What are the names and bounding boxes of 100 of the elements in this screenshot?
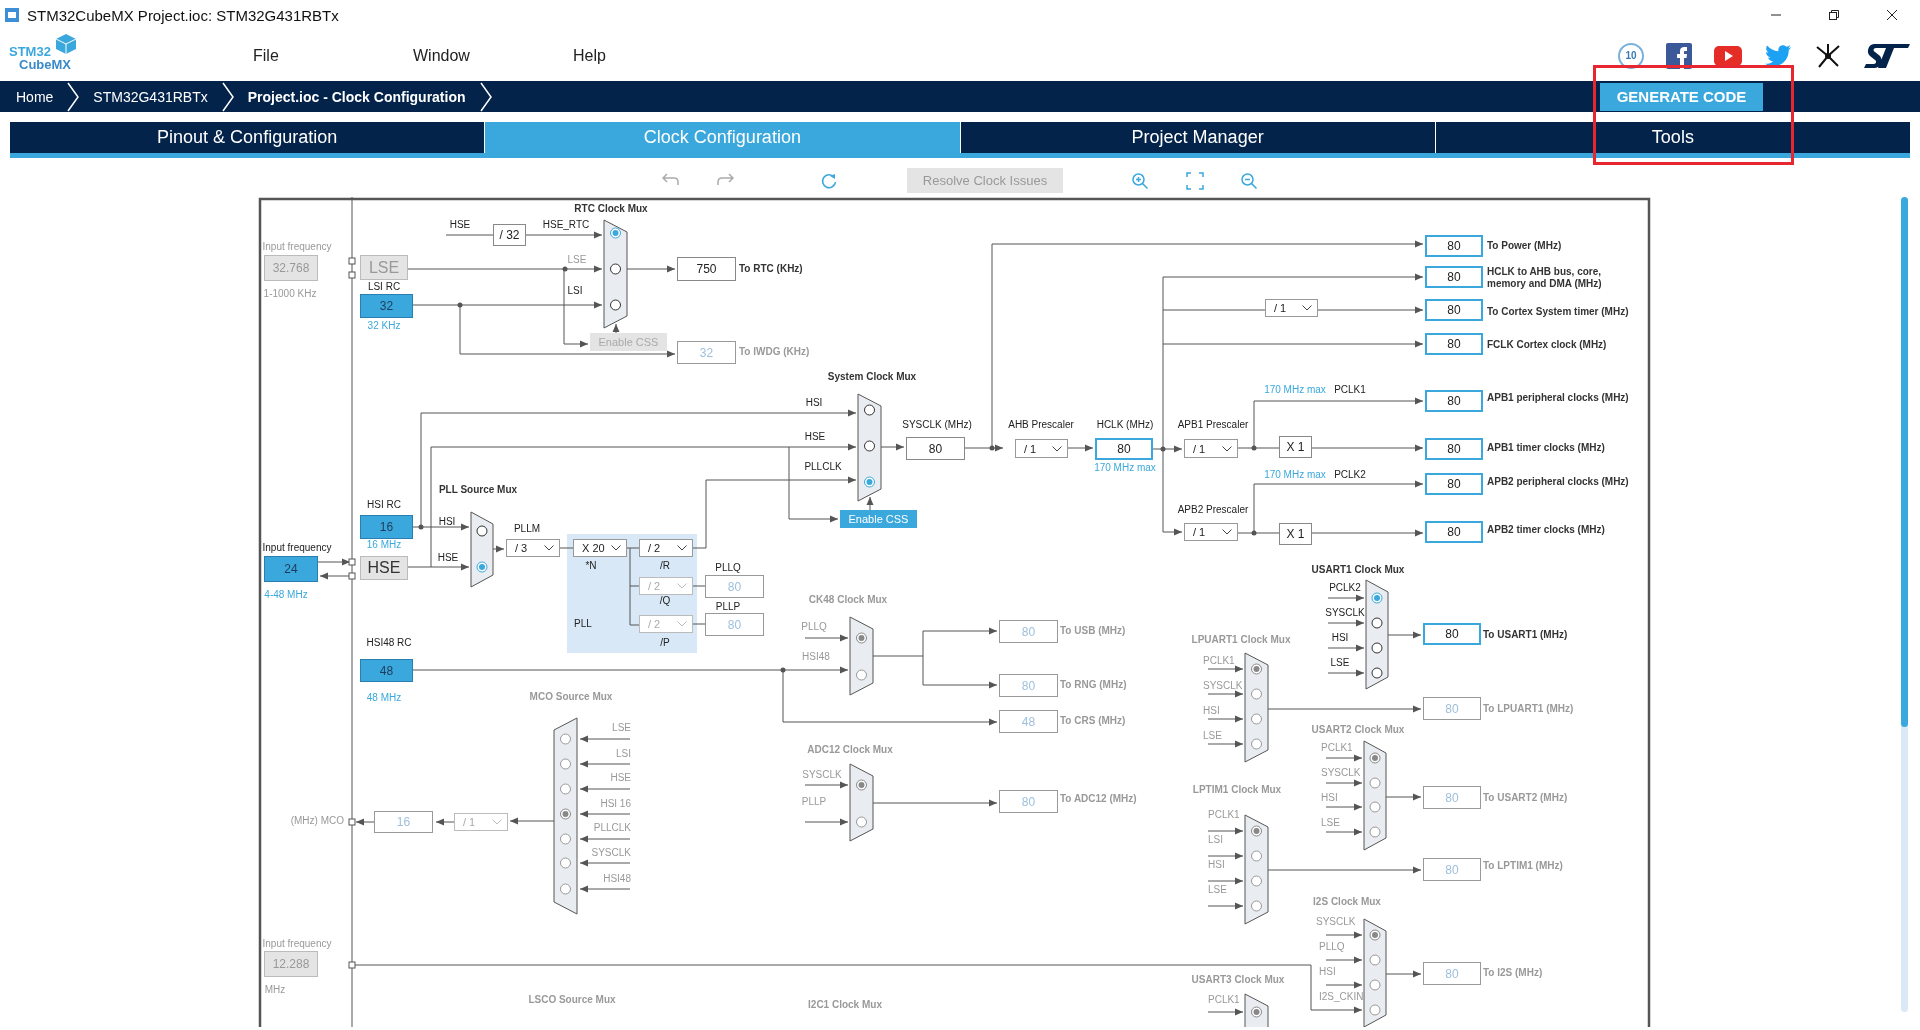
connector-arrow [964, 444, 1004, 452]
facebook-icon[interactable] [1666, 42, 1692, 69]
network-icon[interactable] [1814, 41, 1842, 70]
diagram-label: USART3 Clock Mux [1191, 974, 1285, 986]
mux-radio-option[interactable] [1369, 826, 1381, 838]
connector-arrow [1325, 754, 1363, 762]
mux-radio-option[interactable] [864, 404, 875, 416]
mux-radio-option[interactable] [1251, 688, 1262, 700]
mux-radio-option[interactable] [476, 561, 488, 573]
mux-radio-option[interactable] [560, 758, 571, 770]
breadcrumb[interactable]: STM32G431RBTx [93, 88, 208, 105]
connector-line [1237, 532, 1280, 534]
mux-radio-option[interactable] [560, 833, 571, 845]
frequency-field: 80 [999, 620, 1058, 643]
mux-radio-option[interactable] [476, 525, 488, 537]
menu-item[interactable]: File [253, 46, 413, 65]
mux-radio-option[interactable] [560, 857, 571, 869]
prescaler-dropdown[interactable]: / 1 [1265, 299, 1318, 317]
diagram-label: System Clock Mux [827, 371, 917, 383]
mux-radio-option[interactable] [610, 263, 621, 275]
mux-radio-option[interactable] [856, 779, 867, 791]
diagram-label: HSE [610, 772, 631, 784]
menu-item[interactable]: Window [413, 46, 573, 65]
connector-arrow [1385, 970, 1422, 978]
mux-radio-option[interactable] [1251, 663, 1262, 675]
mux-radio-option[interactable] [1369, 1004, 1381, 1016]
diagram-label: Input frequency [262, 542, 332, 554]
close-icon[interactable] [1886, 9, 1898, 21]
mux-radio-option[interactable] [1371, 642, 1383, 654]
frequency-field: 80 [1423, 697, 1481, 720]
frequency-field[interactable]: 16 [360, 515, 413, 539]
diagram-label: FCLK Cortex clock (MHz) [1487, 339, 1607, 351]
mux-radio-option[interactable] [560, 808, 571, 820]
breadcrumb[interactable]: Project.ioc - Clock Configuration [247, 88, 466, 105]
mux-radio-option[interactable] [560, 783, 571, 795]
prescaler-dropdown[interactable]: X 20 [573, 539, 627, 557]
bird-icon[interactable] [1764, 43, 1792, 68]
mux-radio-option[interactable] [1369, 752, 1381, 764]
tab[interactable]: Project Manager [960, 122, 1435, 153]
prescaler-dropdown[interactable]: / 1 [1015, 439, 1068, 458]
diagram-label: PLLCLK [804, 461, 842, 473]
tab[interactable]: Tools [1435, 122, 1910, 153]
frequency-field: 12.288 [264, 951, 318, 977]
diagram-label: LSE [1203, 730, 1222, 742]
diagram-label: To RTC (KHz) [739, 263, 803, 275]
frequency-field: X 1 [1279, 523, 1312, 545]
mux-radio-option[interactable] [560, 883, 571, 895]
prescaler-dropdown[interactable]: / 2 [639, 539, 693, 557]
diagram-label: To RNG (MHz) [1060, 679, 1127, 691]
diagram-label: 170 MHz max [1264, 469, 1326, 481]
frequency-field[interactable]: 48 [360, 659, 413, 682]
mux-radio-option[interactable] [856, 632, 867, 644]
mux-radio-option[interactable] [1371, 617, 1383, 629]
caret-icon [1302, 305, 1312, 311]
breadcrumb[interactable]: Home [16, 88, 54, 105]
mux-radio-option[interactable] [864, 440, 875, 452]
frequency-field[interactable]: 24 [264, 556, 318, 582]
video-icon[interactable] [1714, 45, 1742, 66]
refresh-icon[interactable] [820, 172, 838, 190]
caret-icon [677, 621, 687, 627]
prescaler-dropdown[interactable]: / 1 [1184, 523, 1238, 541]
prescaler-dropdown[interactable]: / 1 [1184, 439, 1238, 458]
mux-radio-option[interactable] [864, 476, 875, 488]
diagram-label: SYSCLK [1316, 916, 1356, 928]
mux-radio-option[interactable] [1369, 979, 1381, 991]
diagram-label: SYSCLK [591, 847, 631, 859]
fit-screen-icon[interactable] [1186, 172, 1204, 190]
restore-icon[interactable] [1828, 9, 1840, 21]
mux-radio-option[interactable] [1369, 801, 1381, 813]
redo-icon[interactable] [716, 172, 734, 186]
mux-radio-option[interactable] [1251, 875, 1262, 887]
mux-radio-option[interactable] [856, 669, 867, 681]
mux-radio-option[interactable] [1369, 777, 1381, 789]
mux-radio-option[interactable] [1251, 738, 1262, 750]
mux-radio-option[interactable] [610, 299, 621, 311]
zoom-out-icon[interactable] [1240, 172, 1258, 190]
mux-radio-option[interactable] [610, 227, 621, 239]
mux-radio-option[interactable] [856, 816, 867, 828]
zoom-in-icon[interactable] [1131, 172, 1149, 190]
diagram-label: To I2S (MHz) [1483, 967, 1543, 979]
undo-icon[interactable] [662, 172, 680, 186]
mux-radio-option[interactable] [1251, 850, 1262, 862]
mux-radio-option[interactable] [1251, 900, 1262, 912]
mux-radio-option[interactable] [1371, 592, 1383, 604]
mux-radio-option[interactable] [560, 733, 571, 745]
mux-radio-option[interactable] [1251, 713, 1262, 725]
prescaler-dropdown[interactable]: / 3 [506, 539, 560, 557]
mux-radio-option[interactable] [1251, 825, 1262, 837]
frequency-field: / 32 [493, 224, 526, 246]
connector-arrow [1162, 528, 1183, 536]
diagram-label: I2C1 Clock Mux [808, 999, 882, 1011]
mux-radio-option[interactable] [1251, 1006, 1262, 1018]
mux-radio-option[interactable] [1369, 929, 1381, 941]
mux-radio-option[interactable] [1369, 954, 1381, 966]
mux-radio-option[interactable] [1371, 667, 1383, 679]
tab[interactable]: Pinout & Configuration [10, 122, 485, 153]
frequency-field[interactable]: 32 [360, 294, 413, 318]
scrollbar[interactable] [1901, 197, 1908, 1012]
menu-item[interactable]: Help [573, 46, 733, 65]
diagram-label: 170 MHz max [1094, 462, 1156, 474]
